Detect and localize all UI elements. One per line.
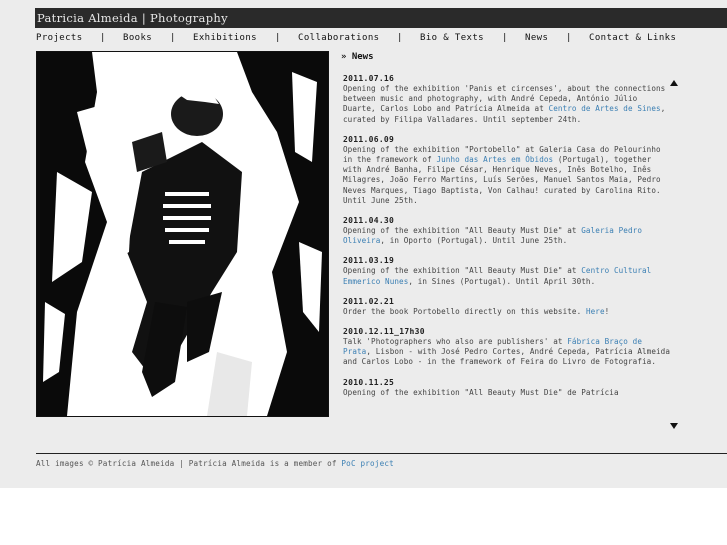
nav-item-exhibitions[interactable]: Exhibitions <box>193 33 257 43</box>
news-link[interactable]: Junho das Artes em Óbidos <box>436 155 553 164</box>
nav-item-news[interactable]: News <box>525 33 548 43</box>
header-bar: Patricia Almeida | Photography <box>35 8 727 28</box>
site-title[interactable]: Patricia Almeida | Photography <box>37 11 228 25</box>
news-item: 2010.12.11_17h30 Talk 'Photographers who… <box>343 326 673 368</box>
news-text: Opening of the exhibition 'Panis et circ… <box>343 84 666 124</box>
featured-photo <box>36 51 329 417</box>
news-item: 2011.07.16 Opening of the exhibition 'Pa… <box>343 73 673 125</box>
nav-item-books[interactable]: Books <box>123 33 152 43</box>
news-item: 2011.04.30 Opening of the exhibition "Al… <box>343 215 673 246</box>
nav-item-projects[interactable]: Projects <box>36 33 83 43</box>
news-item: 2011.06.09 Opening of the exhibition "Po… <box>343 134 673 206</box>
news-link[interactable]: Centro de Artes de Sines <box>549 104 661 113</box>
news-text: Opening of the exhibition "All Beauty Mu… <box>343 266 652 286</box>
nav-separator: | <box>566 33 572 43</box>
news-date: 2011.04.30 <box>343 216 395 226</box>
news-text: Opening of the exhibition "All Beauty Mu… <box>343 387 619 397</box>
nav-separator: | <box>100 33 106 43</box>
news-date: 2011.03.19 <box>343 256 395 266</box>
news-text: Opening of the exhibition "Portobello" a… <box>343 144 661 205</box>
news-text: Order the book Portobello directly on th… <box>343 306 610 316</box>
news-item: 2011.02.21 Order the book Portobello dir… <box>343 296 673 317</box>
nav-separator: | <box>397 33 403 43</box>
nav-separator: | <box>502 33 508 43</box>
news-heading: » News <box>341 52 374 62</box>
main-nav: Projects | Books | Exhibitions | Collabo… <box>36 33 726 47</box>
news-date: 2010.11.25 <box>343 377 395 387</box>
footer-text: All images © Patrícia Almeida | Patrícia… <box>36 459 342 468</box>
news-date: 2010.12.11_17h30 <box>343 327 425 337</box>
nav-separator: | <box>275 33 281 43</box>
footer-poc-link[interactable]: PoC project <box>341 459 394 468</box>
footer-divider <box>36 453 727 454</box>
scroll-down-arrow-icon[interactable] <box>670 423 678 429</box>
nav-separator: | <box>170 33 176 43</box>
news-date: 2011.02.21 <box>343 296 395 306</box>
nav-item-collaborations[interactable]: Collaborations <box>298 33 379 43</box>
news-text: Talk 'Photographers who also are publish… <box>343 337 671 367</box>
news-list[interactable]: 2011.07.16 Opening of the exhibition 'Pa… <box>343 73 673 420</box>
footer: All images © Patrícia Almeida | Patrícia… <box>36 459 394 468</box>
news-link[interactable]: Here <box>586 307 605 316</box>
nav-item-bio-texts[interactable]: Bio & Texts <box>420 33 484 43</box>
news-date: 2011.06.09 <box>343 134 395 144</box>
news-date: 2011.07.16 <box>343 74 395 83</box>
nav-item-contact-links[interactable]: Contact & Links <box>589 33 676 43</box>
news-text: Opening of the exhibition "All Beauty Mu… <box>343 226 642 246</box>
photo-image <box>37 52 328 416</box>
news-item: 2011.03.19 Opening of the exhibition "Al… <box>343 255 673 286</box>
news-item: 2010.11.25 Opening of the exhibition "Al… <box>343 377 673 398</box>
